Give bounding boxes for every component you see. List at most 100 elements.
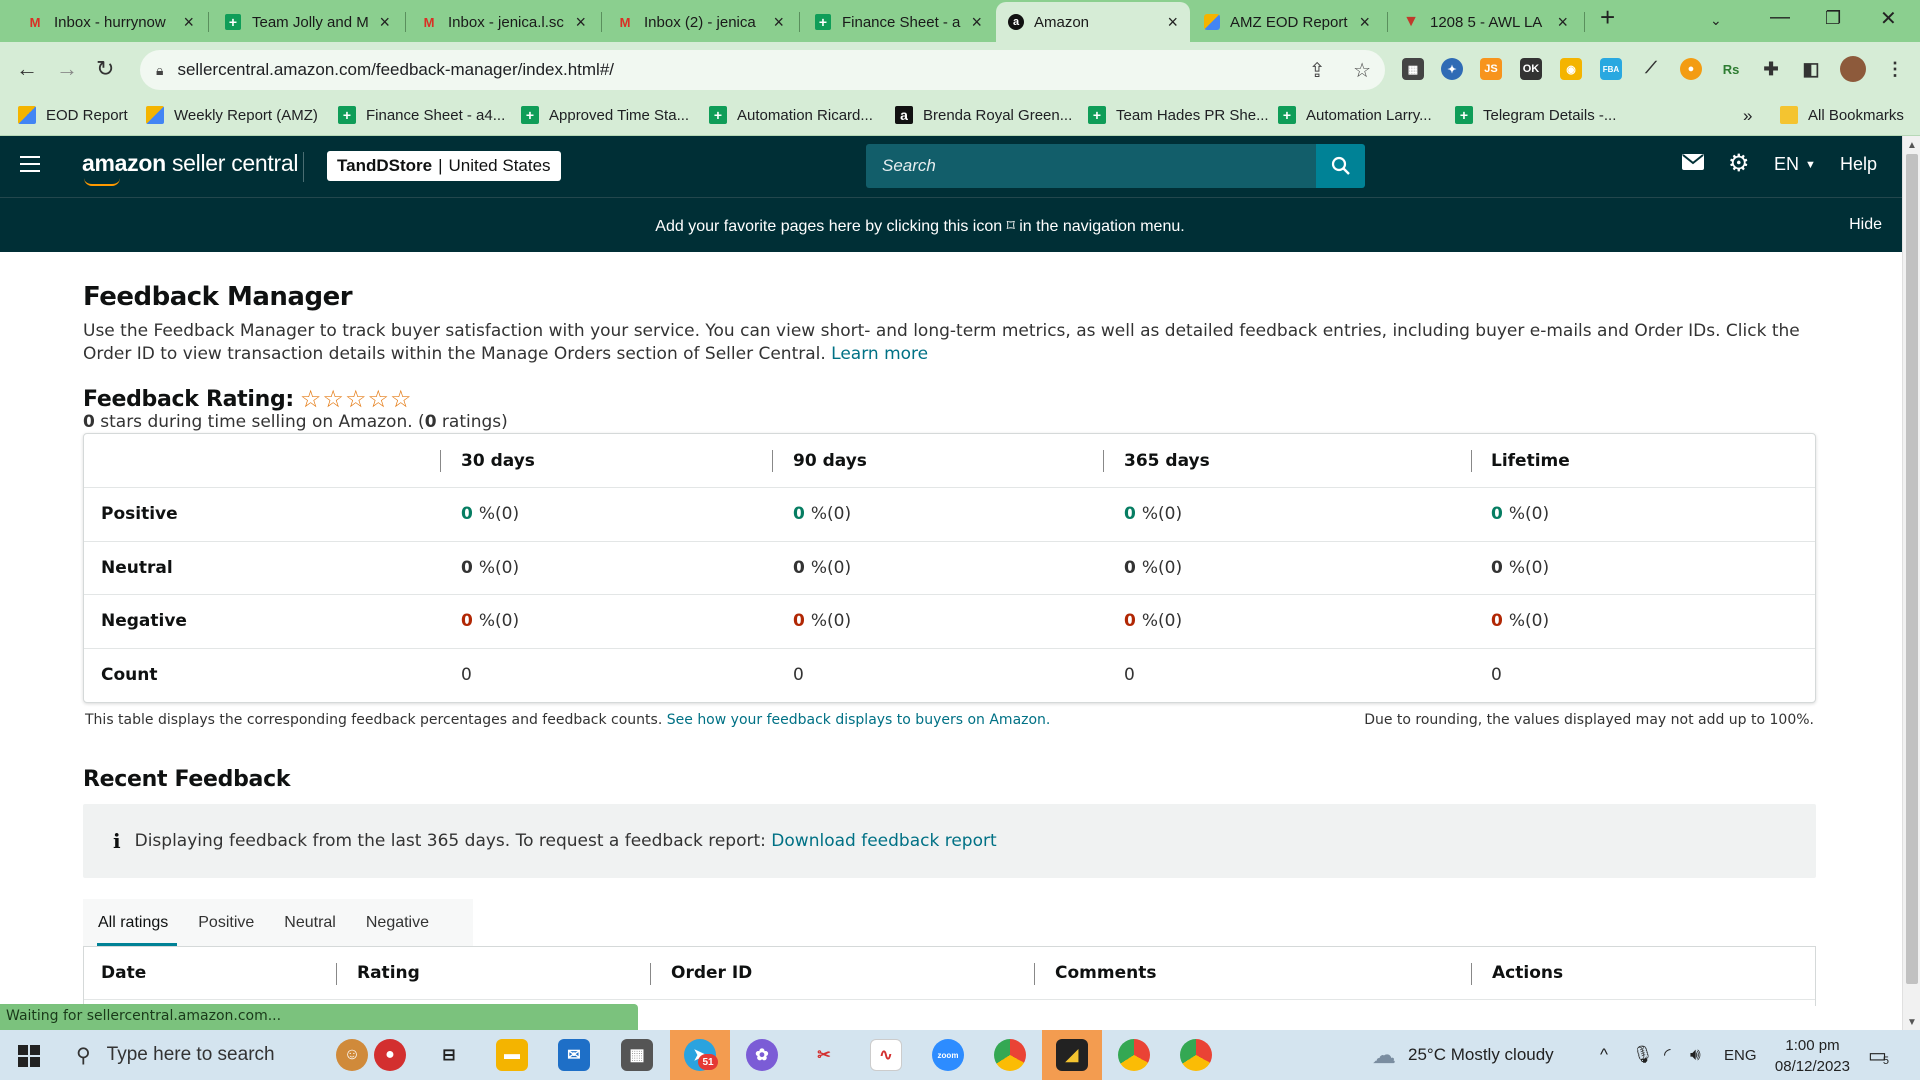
download-report-link[interactable]: Download feedback report — [771, 831, 996, 851]
chrome-profile-icon[interactable] — [1118, 1039, 1150, 1071]
back-icon[interactable]: ← — [16, 56, 38, 82]
microphone-icon[interactable]: 🎙︎ — [1632, 1030, 1654, 1080]
browser-tab[interactable]: ▼ 1208 5 - AWL LA × — [1390, 4, 1580, 40]
restore-icon[interactable]: ❐ — [1825, 8, 1841, 29]
settings-gear-icon[interactable]: ⚙ — [1728, 149, 1750, 178]
ornament-icon[interactable]: ● — [374, 1039, 406, 1071]
all-bookmarks[interactable]: All Bookmarks — [1780, 106, 1904, 124]
hamburger-menu-icon[interactable] — [20, 156, 40, 177]
taskbar-search[interactable]: ⚲ Type here to search — [62, 1030, 275, 1080]
tab-negative[interactable]: Negative — [351, 899, 444, 946]
share-icon[interactable]: ⇪ — [1309, 60, 1326, 82]
page-scrollbar[interactable]: ▲ ▼ — [1902, 136, 1920, 1030]
copilot-icon[interactable]: ✿ — [746, 1039, 778, 1071]
column-header-actions[interactable]: Actions — [1492, 963, 1563, 983]
column-header-order-id[interactable]: Order ID — [671, 963, 752, 983]
close-icon[interactable]: × — [183, 12, 194, 33]
extension-icon[interactable]: ● — [1680, 58, 1702, 80]
side-panel-icon[interactable]: ◧ — [1800, 58, 1822, 80]
browser-tab[interactable]: M Inbox - jenica.l.sc × — [408, 4, 598, 40]
extension-icon[interactable]: ⟋ — [1640, 58, 1662, 80]
column-header-date[interactable]: Date — [101, 963, 146, 983]
scrollbar-thumb[interactable] — [1906, 154, 1918, 984]
mail-app-icon[interactable]: ✉ — [558, 1039, 590, 1071]
column-header-rating[interactable]: Rating — [357, 963, 420, 983]
zoom-icon[interactable]: zoom — [932, 1039, 964, 1071]
mail-icon[interactable] — [1682, 154, 1704, 170]
bookmark-item[interactable]: + Automation Ricard... — [709, 106, 873, 124]
activity-app-icon[interactable]: ∿ — [870, 1039, 902, 1071]
show-hidden-icons[interactable]: ^ — [1600, 1030, 1608, 1080]
wifi-icon[interactable]: ◜ — [1664, 1030, 1671, 1080]
js-extension-icon[interactable]: JS — [1480, 58, 1502, 80]
windows-start-icon[interactable] — [18, 1045, 40, 1067]
column-header-comments[interactable]: Comments — [1055, 963, 1156, 983]
hide-notice-button[interactable]: Hide — [1849, 216, 1882, 234]
extension-icon[interactable]: ◉ — [1560, 58, 1582, 80]
snipping-tool-icon[interactable]: ✂ — [808, 1039, 840, 1071]
notifications-icon[interactable]: ▭ 5 — [1868, 1030, 1889, 1080]
language-selector[interactable]: EN ▼ — [1774, 154, 1816, 175]
search-button[interactable] — [1316, 144, 1365, 188]
gingerbread-icon[interactable]: ☺ — [336, 1039, 368, 1071]
weather-widget[interactable]: ☁ 25°C Mostly cloudy — [1372, 1030, 1554, 1080]
chrome-icon[interactable] — [994, 1039, 1026, 1071]
bookmark-item[interactable]: + Team Hades PR She... — [1088, 106, 1269, 124]
reload-icon[interactable]: ↻ — [96, 56, 114, 82]
address-bar[interactable]: 🔒︎ sellercentral.amazon.com/feedback-man… — [140, 50, 1385, 90]
close-icon[interactable]: × — [971, 12, 982, 33]
bookmarks-overflow[interactable]: » — [1743, 106, 1752, 126]
browser-tab[interactable]: M Inbox (2) - jenica × — [604, 4, 796, 40]
bookmark-item[interactable]: + Approved Time Sta... — [521, 106, 689, 124]
tab-positive[interactable]: Positive — [183, 899, 269, 946]
learn-more-link[interactable]: Learn more — [831, 344, 928, 364]
volume-icon[interactable]: 🔊︎ — [1690, 1030, 1701, 1080]
calculator-icon[interactable]: ▦ — [621, 1039, 653, 1071]
close-icon[interactable]: × — [379, 12, 390, 33]
forward-icon[interactable]: → — [56, 56, 78, 82]
extensions-puzzle-icon[interactable]: ✚ — [1760, 58, 1782, 80]
bookmark-item[interactable]: EOD Report — [18, 106, 128, 124]
close-icon[interactable]: × — [1557, 12, 1568, 33]
bookmark-item[interactable]: + Automation Larry... — [1278, 106, 1432, 124]
bookmark-item[interactable]: Weekly Report (AMZ) — [146, 106, 318, 124]
tab-search-icon[interactable]: ⌄ — [1710, 12, 1722, 29]
bookmark-item[interactable]: + Telegram Details -... — [1455, 106, 1616, 124]
profile-avatar[interactable] — [1840, 56, 1866, 82]
scroll-down-icon[interactable]: ▼ — [1907, 1017, 1917, 1028]
chrome-profile-icon[interactable] — [1180, 1039, 1212, 1071]
extension-icon[interactable]: Rs — [1720, 58, 1742, 80]
qr-extension-icon[interactable]: ▦ — [1402, 58, 1424, 80]
tab-neutral[interactable]: Neutral — [269, 899, 351, 946]
close-icon[interactable]: × — [1167, 12, 1178, 33]
star-icon[interactable]: ☆ — [1353, 60, 1371, 82]
browser-tab[interactable]: + Team Jolly and M × — [212, 4, 402, 40]
store-switcher[interactable]: TandDStore | United States — [327, 151, 561, 181]
fba-extension-icon[interactable]: FBA — [1600, 58, 1622, 80]
file-explorer-icon[interactable]: ▬ — [496, 1039, 528, 1071]
close-icon[interactable]: × — [1359, 12, 1370, 33]
feedback-display-link[interactable]: See how your feedback displays to buyers… — [667, 712, 1051, 728]
bookmark-item[interactable]: a Brenda Royal Green... — [895, 106, 1072, 124]
search-input[interactable]: Search — [866, 144, 1316, 188]
sticky-notes-icon[interactable]: ◢ — [1056, 1039, 1088, 1071]
browser-tab[interactable]: AMZ EOD Report × — [1192, 4, 1382, 40]
browser-tab-active[interactable]: a Amazon × — [996, 2, 1190, 42]
close-icon[interactable]: × — [773, 12, 784, 33]
help-link[interactable]: Help — [1840, 154, 1877, 175]
task-view-icon[interactable]: ⊟ — [433, 1039, 465, 1071]
bookmark-item[interactable]: + Finance Sheet - a4... — [338, 106, 505, 124]
system-clock[interactable]: 1:00 pm 08/12/2023 — [1775, 1035, 1850, 1077]
scroll-up-icon[interactable]: ▲ — [1907, 140, 1917, 151]
new-tab-icon[interactable]: + — [1600, 2, 1615, 33]
close-window-icon[interactable]: ✕ — [1880, 6, 1897, 31]
extension-icon[interactable]: ✦ — [1441, 58, 1463, 80]
amazon-seller-central-logo[interactable]: amazon seller central — [82, 150, 298, 186]
menu-icon[interactable]: ⋮ — [1884, 58, 1906, 80]
language-indicator[interactable]: ENG — [1724, 1030, 1757, 1080]
browser-tab[interactable]: M Inbox - hurrynow × — [14, 4, 206, 40]
close-icon[interactable]: × — [575, 12, 586, 33]
minimize-icon[interactable]: — — [1770, 6, 1790, 29]
tab-all-ratings[interactable]: All ratings — [83, 899, 183, 946]
browser-tab[interactable]: + Finance Sheet - a × — [802, 4, 994, 40]
